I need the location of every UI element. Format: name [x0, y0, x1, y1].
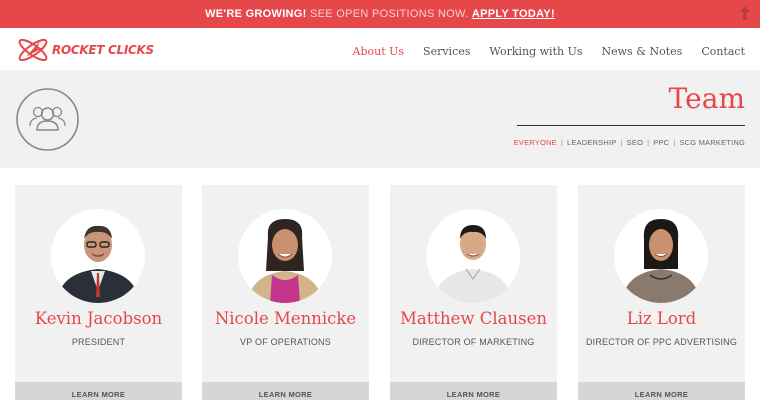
team-card[interactable]: Kevin Jacobson PRESIDENT LEARN MORE — [15, 185, 182, 400]
avatar — [238, 209, 332, 303]
team-hero: Team EVERYONE | LEADERSHIP | SEO | PPC | SCG MAR… — [0, 70, 760, 168]
team-filters: EVERYONE | LEADERSHIP | SEO | PPC | SCG MARKETIN… — [514, 138, 745, 147]
filter-ppc[interactable]: PPC — [653, 138, 669, 147]
filter-leadership[interactable]: LEADERSHIP — [567, 138, 617, 147]
page-title: Team — [668, 82, 745, 115]
team-grid: Kevin Jacobson PRESIDENT LEARN MORE Nico… — [0, 168, 760, 400]
team-icon — [16, 88, 79, 151]
announcement-message: WE'RE GROWING! SEE OPEN POSITIONS NOW. A… — [0, 8, 760, 20]
member-role: DIRECTOR OF PPC ADVERTISING — [585, 337, 738, 347]
filter-everyone[interactable]: EVERYONE — [514, 138, 557, 147]
member-role: VP OF OPERATIONS — [240, 337, 331, 347]
member-name: Matthew Clausen — [400, 309, 547, 328]
nav-item-services[interactable]: Services — [423, 45, 470, 58]
team-card[interactable]: Liz Lord DIRECTOR OF PPC ADVERTISING LEA… — [578, 185, 745, 400]
filter-seo[interactable]: SEO — [627, 138, 643, 147]
member-name: Nicole Mennicke — [214, 309, 357, 328]
member-name: Kevin Jacobson — [34, 309, 163, 328]
nav-item-working-with-us[interactable]: Working with Us — [489, 45, 582, 58]
member-name: Liz Lord — [626, 309, 697, 328]
filter-separator: | — [560, 138, 563, 147]
learn-more-button[interactable]: LEARN MORE — [390, 382, 557, 400]
team-card[interactable]: Matthew Clausen DIRECTOR OF MARKETING LE… — [390, 185, 557, 400]
announcement-bar: WE'RE GROWING! SEE OPEN POSITIONS NOW. A… — [0, 0, 760, 28]
learn-more-button[interactable]: LEARN MORE — [15, 382, 182, 400]
filter-separator: | — [620, 138, 623, 147]
title-divider — [517, 125, 745, 126]
filter-scg-marketing[interactable]: SCG MARKETING — [679, 138, 745, 147]
logo-text: ROCKET CLICKS — [52, 43, 154, 57]
site-header: ROCKET CLICKS About Us Services Working … — [0, 28, 760, 70]
learn-more-button[interactable]: LEARN MORE — [578, 382, 745, 400]
member-role: PRESIDENT — [71, 337, 126, 347]
up-arrow-icon[interactable] — [740, 6, 750, 20]
logo[interactable]: ROCKET CLICKS — [16, 35, 156, 65]
filter-separator: | — [647, 138, 650, 147]
avatar — [614, 209, 708, 303]
avatar — [426, 209, 520, 303]
growing-text: WE'RE GROWING! — [205, 8, 307, 20]
avatar — [51, 209, 145, 303]
team-card[interactable]: Nicole Mennicke VP OF OPERATIONS LEARN M… — [202, 185, 369, 400]
positions-text: SEE OPEN POSITIONS NOW. — [309, 8, 469, 20]
main-nav: About Us Services Working with Us News &… — [353, 45, 746, 58]
filter-separator: | — [673, 138, 676, 147]
nav-item-contact[interactable]: Contact — [701, 45, 745, 58]
apply-link[interactable]: APPLY TODAY! — [472, 8, 555, 20]
nav-item-about-us[interactable]: About Us — [353, 45, 405, 58]
nav-item-news-notes[interactable]: News & Notes — [602, 45, 683, 58]
member-role: DIRECTOR OF MARKETING — [412, 337, 535, 347]
learn-more-button[interactable]: LEARN MORE — [202, 382, 369, 400]
rocket-logo-icon — [18, 38, 48, 62]
